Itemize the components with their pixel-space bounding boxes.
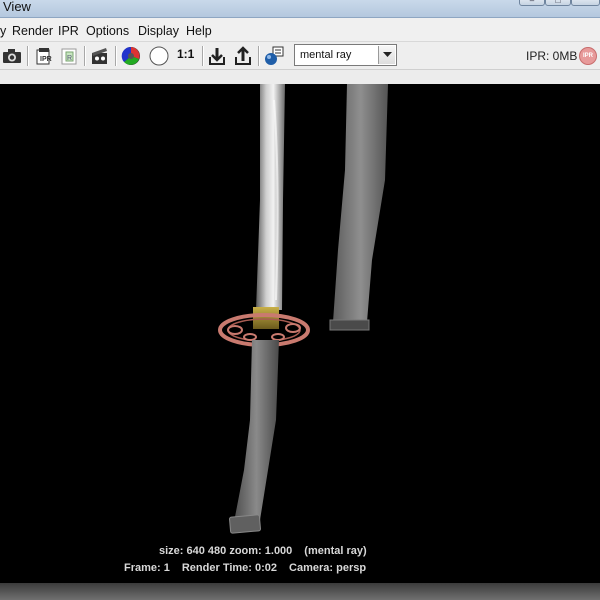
habaki — [253, 307, 279, 329]
maximize-icon: □ — [555, 0, 561, 5]
render-camera: Camera: persp — [289, 562, 367, 574]
menu-item-display[interactable]: Display — [138, 24, 179, 38]
ipr-memory-status: IPR: 0MB — [526, 49, 578, 63]
remove-image-icon[interactable] — [232, 45, 254, 67]
keep-image-icon[interactable] — [206, 45, 228, 67]
sword-handle — [234, 340, 279, 522]
maximize-button[interactable]: □ — [545, 0, 571, 6]
toolbar-separator — [27, 46, 28, 66]
render-time: Render Time: 0:02 — [181, 562, 278, 574]
menu-bar: y Render IPR Options Display Help — [0, 18, 600, 42]
ipr-badge-text: IPR — [582, 53, 593, 59]
renderer-dropdown[interactable]: mental ray — [294, 44, 397, 66]
toolbar-separator — [115, 46, 116, 66]
real-size-button[interactable]: 1:1 — [177, 47, 194, 61]
camera-icon[interactable] — [1, 45, 23, 67]
color-channels-icon[interactable] — [120, 45, 142, 67]
renderer-selected-value: mental ray — [300, 49, 352, 61]
svg-text:R: R — [67, 55, 72, 62]
minimize-icon: – — [529, 0, 535, 5]
menu-item-render[interactable]: Render — [12, 24, 53, 38]
render-renderer-label: (mental ray) — [304, 545, 367, 557]
toolbar-separator — [258, 46, 259, 66]
window-titlebar: View – □ — [0, 0, 600, 18]
render-size-zoom: size: 640 480 zoom: 1.000 — [159, 545, 293, 557]
viewport-border — [0, 70, 600, 84]
window-bottom-edge — [0, 583, 600, 600]
alpha-channel-icon[interactable] — [148, 45, 170, 67]
render-info-size-line: size: 640 480 zoom: 1.000 (mental ray) — [159, 545, 379, 557]
dropdown-arrow-button[interactable] — [378, 46, 395, 64]
menu-item-cut-off[interactable]: y — [0, 24, 6, 38]
toolbar-separator — [84, 46, 85, 66]
ipr-render-icon[interactable]: IPR — [33, 45, 55, 67]
ipr-status-icon: IPR — [579, 47, 597, 65]
toolbar-separator — [202, 46, 203, 66]
render-settings-icon[interactable] — [263, 45, 285, 67]
menu-item-ipr[interactable]: IPR — [58, 24, 79, 38]
close-button[interactable] — [571, 0, 600, 6]
chevron-down-icon — [383, 52, 392, 57]
scabbard — [333, 84, 388, 322]
rendered-image — [218, 84, 388, 534]
scabbard-mouth — [329, 319, 370, 331]
render-sequence-icon[interactable] — [89, 45, 111, 67]
minimize-button[interactable]: – — [519, 0, 545, 6]
handle-pommel — [229, 514, 261, 534]
menu-item-options[interactable]: Options — [86, 24, 129, 38]
window-title: View — [3, 0, 31, 14]
menu-item-help[interactable]: Help — [186, 24, 212, 38]
sword-blade — [256, 84, 285, 310]
render-frame: Frame: 1 — [124, 562, 170, 574]
svg-text:IPR: IPR — [40, 56, 52, 63]
render-info-frame-line: Frame: 1 Render Time: 0:02 Camera: persp — [124, 562, 378, 574]
refresh-region-icon[interactable]: R — [58, 45, 80, 67]
